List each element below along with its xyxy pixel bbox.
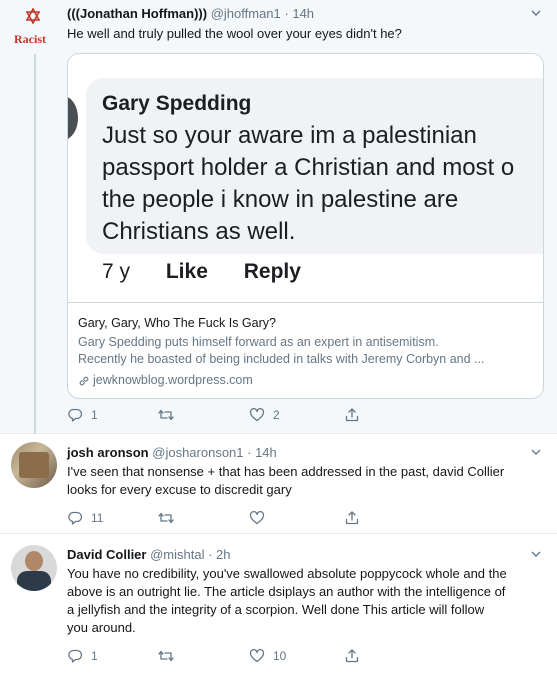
- card-description: Gary Spedding puts himself forward as an…: [78, 334, 533, 368]
- timestamp[interactable]: · 14h: [247, 445, 277, 460]
- tweet-text-line: a jellyfish and the integrity of a scorp…: [67, 602, 485, 617]
- user-handle[interactable]: @jhoffman1: [211, 6, 281, 21]
- share-icon: [345, 408, 359, 422]
- card-info[interactable]: Gary, Gary, Who The Fuck Is Gary? Gary S…: [68, 302, 543, 398]
- caret-down-icon[interactable]: [531, 549, 541, 559]
- caret-down-icon[interactable]: [531, 447, 541, 457]
- tweet-text-line: You have no credibility, you've swallowe…: [67, 566, 507, 581]
- tweet-text: He well and truly pulled the wool over y…: [67, 26, 402, 41]
- timestamp[interactable]: · 14h: [284, 6, 314, 21]
- tweet-actions: 1 10: [67, 647, 487, 665]
- retweet-button[interactable]: [158, 509, 182, 527]
- retweet-icon: [158, 512, 174, 524]
- reply-count: 1: [91, 649, 98, 663]
- tweet-header: josh aronson @josharonson1 · 14h: [67, 445, 277, 460]
- tweet-text-line: I've seen that nonsense + that has been …: [67, 464, 505, 479]
- reply-icon: [68, 649, 83, 663]
- tweet-actions: 11: [67, 509, 487, 527]
- comment-line: Christians as well.: [102, 218, 296, 245]
- tweet-text-line: you around.: [67, 620, 136, 635]
- retweet-button[interactable]: [158, 406, 182, 424]
- retweet-icon: [158, 650, 174, 662]
- avatar-body: [17, 571, 51, 591]
- thread-line: [34, 54, 36, 434]
- avatar-image: [19, 452, 49, 478]
- star-of-david-icon: [25, 8, 41, 24]
- card-image: Gary Spedding Just so your aware im a pa…: [68, 54, 543, 302]
- tweet-david-collier[interactable]: David Collier @mishtal · 2h You have no …: [0, 535, 557, 679]
- avatar[interactable]: [11, 442, 57, 488]
- comment-age: 7 y: [102, 260, 131, 283]
- link-card[interactable]: Gary Spedding Just so your aware im a pa…: [67, 53, 544, 399]
- like-icon: [249, 648, 265, 663]
- comment-line: passport holder a Christian and most o: [102, 154, 515, 181]
- display-name[interactable]: (((Jonathan Hoffman))): [67, 6, 207, 21]
- retweet-button[interactable]: [158, 647, 182, 665]
- comment-line: Just so your aware im a palestinian: [102, 122, 477, 149]
- like-button[interactable]: 2: [249, 406, 280, 424]
- card-domain[interactable]: jewknowblog.wordpress.com: [78, 372, 533, 389]
- tweet-text-line: looks for every excuse to discredit gary: [67, 482, 292, 497]
- share-button[interactable]: [344, 406, 360, 424]
- timestamp[interactable]: · 2h: [208, 547, 230, 562]
- share-button[interactable]: [344, 647, 360, 665]
- like-icon: [249, 510, 265, 525]
- reply-icon: [68, 511, 83, 525]
- user-handle[interactable]: @josharonson1: [152, 445, 243, 460]
- tweet-actions: 1 2: [67, 406, 487, 424]
- tweet-text: You have no credibility, you've swallowe…: [67, 565, 547, 637]
- avatar-label: Racist: [14, 32, 46, 46]
- avatar-head: [25, 551, 43, 571]
- avatar[interactable]: [11, 545, 57, 591]
- reply-icon: [68, 408, 83, 422]
- user-handle[interactable]: @mishtal: [150, 547, 204, 562]
- avatar[interactable]: Racist: [8, 6, 58, 52]
- tweet-text-line: above is an outright lie. The article ds…: [67, 584, 506, 599]
- like-count: 2: [273, 408, 280, 422]
- comment-reply: Reply: [243, 260, 301, 283]
- display-name[interactable]: David Collier: [67, 547, 146, 562]
- comment-line: the people i know in palestine are: [102, 186, 459, 213]
- like-button[interactable]: 10: [249, 647, 286, 665]
- like-count: 10: [273, 649, 287, 663]
- reply-button[interactable]: 1: [67, 647, 98, 665]
- link-icon: [79, 376, 89, 385]
- card-description-line: Recently he boasted of being included in…: [78, 352, 485, 366]
- like-icon: [249, 407, 265, 422]
- tweet-josh-aronson[interactable]: josh aronson @josharonson1 · 14h I've se…: [0, 434, 557, 534]
- comment-text: Just so your aware im a palestinian pass…: [102, 120, 543, 248]
- comment-author: Gary Spedding: [102, 92, 252, 115]
- card-description-line: Gary Spedding puts himself forward as an…: [78, 335, 439, 349]
- tweet-jonathan-hoffman[interactable]: Racist (((Jonathan Hoffman))) @jhoffman1…: [0, 0, 557, 434]
- share-icon: [345, 511, 359, 525]
- tweet-text: I've seen that nonsense + that has been …: [67, 463, 547, 499]
- reply-button[interactable]: 1: [67, 406, 98, 424]
- comment-like: Like: [165, 260, 208, 283]
- tweet-header: (((Jonathan Hoffman))) @jhoffman1 · 14h: [67, 6, 314, 21]
- reply-button[interactable]: 11: [67, 509, 103, 527]
- like-button[interactable]: [249, 509, 273, 527]
- comment-actions: 7 y Like Reply: [102, 260, 301, 284]
- facebook-avatar: [68, 96, 78, 140]
- card-title: Gary, Gary, Who The Fuck Is Gary?: [78, 316, 276, 330]
- reply-count: 11: [91, 511, 104, 525]
- card-domain-text: jewknowblog.wordpress.com: [93, 373, 253, 387]
- share-icon: [345, 649, 359, 663]
- reply-count: 1: [91, 408, 98, 422]
- caret-down-icon[interactable]: [531, 8, 541, 18]
- tweet-header: David Collier @mishtal · 2h: [67, 547, 231, 562]
- retweet-icon: [158, 409, 174, 421]
- display-name[interactable]: josh aronson: [67, 445, 149, 460]
- share-button[interactable]: [344, 509, 360, 527]
